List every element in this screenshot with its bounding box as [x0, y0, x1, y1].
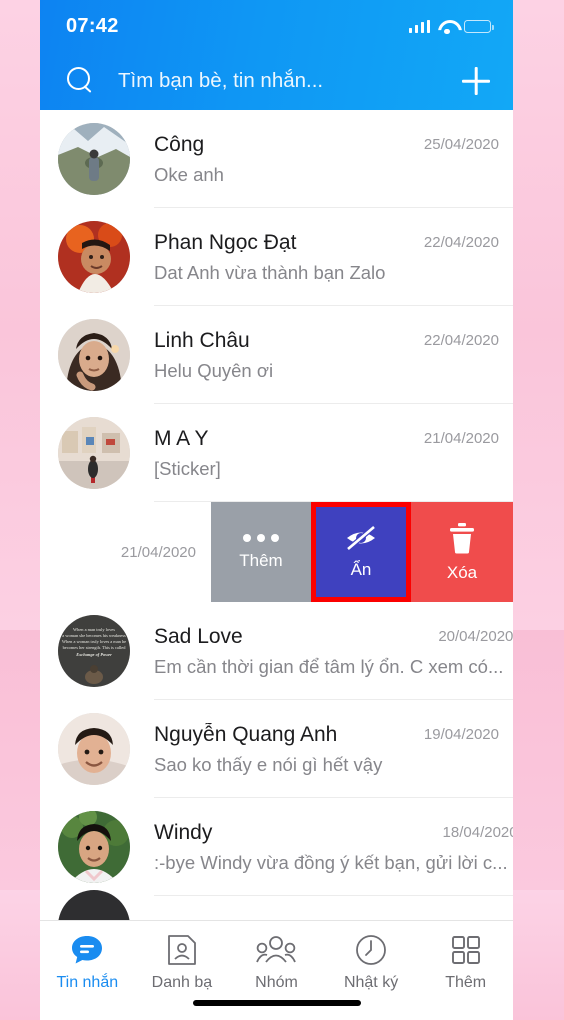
chat-date: 19/04/2020 [423, 725, 499, 743]
table-row[interactable]: Windy 18/04/2020 :-bye Windy vừa đồng ý … [40, 798, 513, 896]
chat-name: Nguyễn Quang Anh [154, 722, 338, 746]
table-row[interactable]: Nguyễn Quang Anh 19/04/2020 Sao ko thấy … [40, 700, 513, 798]
svg-text:When a woman truly loves a man: When a woman truly loves a man he [62, 639, 126, 644]
svg-text:a woman she becomes his weakne: a woman she becomes his weakness [62, 633, 126, 638]
tab-label: Thêm [445, 974, 487, 991]
avatar[interactable] [58, 713, 130, 785]
eye-slash-icon [346, 524, 376, 551]
chat-bubble-icon [70, 933, 104, 967]
table-row[interactable]: Phan Ngọc Đạt 22/04/2020 Dat Anh vừa thà… [40, 208, 513, 306]
search-bar[interactable]: Tìm bạn bè, tin nhắn... [40, 52, 513, 110]
plus-icon[interactable] [459, 64, 493, 98]
swipe-action-label: Thêm [239, 550, 283, 570]
row-content: Công 25/04/2020 Oke anh [154, 110, 513, 208]
row-content: Phan Ngọc Đạt 22/04/2020 Dat Anh vừa thà… [154, 208, 513, 306]
row-content: Linh Châu 22/04/2020 Helu Quyên ơi [154, 306, 513, 404]
chat-preview: :-bye Windy vừa đồng ý kết bạn, gửi lời … [154, 851, 508, 873]
swipe-action-hide[interactable]: Ẩn [311, 502, 411, 602]
chat-name: Windy [154, 820, 213, 844]
swipe-action-delete[interactable]: Xóa [411, 502, 513, 602]
chat-name: Linh Châu [154, 328, 250, 352]
chat-date: 22/04/2020 [423, 233, 499, 251]
chat-name: Phan Ngọc Đạt [154, 230, 297, 254]
chat-date: 22/04/2020 [423, 331, 499, 349]
chat-name: Sad Love [154, 624, 243, 648]
status-bar: 07:42 [40, 0, 513, 52]
swipe-action-row: 21/04/2020 Thêm Ẩn Xóa [40, 502, 513, 602]
row-content: Windy 18/04/2020 :-bye Windy vừa đồng ý … [154, 798, 513, 896]
swipe-action-label: Ẩn [350, 559, 372, 579]
wifi-icon [438, 19, 456, 34]
swipe-action-label: Xóa [446, 562, 478, 582]
svg-text:When a man truly loves: When a man truly loves [73, 627, 115, 632]
chat-preview: Em cần thời gian để tâm lý ổn. C xem có.… [154, 655, 504, 677]
grid-icon [451, 933, 480, 967]
table-row[interactable]: M A Y 21/04/2020 [Sticker] [40, 404, 513, 502]
chat-date: 20/04/2020 [438, 627, 513, 645]
avatar[interactable] [58, 417, 130, 489]
swipe-row-remainder[interactable]: 21/04/2020 [40, 502, 211, 602]
avatar[interactable] [58, 221, 130, 293]
chat-name: Công [154, 132, 205, 156]
status-icons [408, 19, 494, 34]
avatar[interactable] [58, 319, 130, 391]
avatar[interactable] [58, 890, 130, 920]
chat-name: M A Y [154, 426, 209, 450]
tab-label: Nhóm [255, 974, 298, 991]
swipe-action-more[interactable]: Thêm [211, 502, 311, 602]
cellular-signal-icon [408, 19, 430, 33]
search-icon[interactable] [66, 66, 96, 96]
avatar[interactable]: When a man truly loves a woman she become… [58, 615, 130, 687]
swipe-actions: Thêm Ẩn Xóa [211, 502, 513, 602]
tab-label: Nhật ký [343, 974, 399, 991]
table-row[interactable]: When a man truly loves a woman she become… [40, 602, 513, 700]
row-content: Sad Love 20/04/2020 Em cần thời gian để … [154, 602, 513, 700]
tab-label: Tin nhắn [56, 974, 119, 991]
battery-low-icon [464, 19, 494, 33]
chat-list: Công 25/04/2020 Oke anh Phan Ngọc Đạt 22… [40, 110, 513, 896]
chat-preview: Dat Anh vừa thành bạn Zalo [154, 261, 386, 283]
chat-date: 21/04/2020 [423, 429, 499, 447]
home-indicator[interactable] [192, 1000, 361, 1006]
table-row[interactable]: Linh Châu 22/04/2020 Helu Quyên ơi [40, 306, 513, 404]
svg-text:Exchange of Power: Exchange of Power [75, 652, 112, 657]
contact-card-icon [167, 933, 197, 967]
trash-icon [450, 522, 474, 553]
avatar[interactable] [58, 811, 130, 883]
chat-date: 21/04/2020 [120, 543, 196, 561]
chat-preview: Sao ko thấy e nói gì hết vậy [154, 753, 383, 775]
tab-more[interactable]: Thêm [418, 921, 513, 1020]
status-time: 07:42 [66, 14, 119, 37]
row-content: M A Y 21/04/2020 [Sticker] [154, 404, 513, 502]
group-people-icon [256, 933, 297, 967]
search-input[interactable]: Tìm bạn bè, tin nhắn... [96, 69, 459, 93]
chat-date: 25/04/2020 [423, 135, 499, 153]
clock-icon [355, 933, 387, 967]
svg-text:becomes her strength. This is: becomes her strength. This is called [63, 645, 127, 650]
tab-label: Danh bạ [151, 974, 213, 991]
chat-date: 18/04/2020 [442, 823, 513, 841]
avatar[interactable] [58, 123, 130, 195]
row-divider [154, 895, 513, 896]
chat-preview: Oke anh [154, 163, 224, 185]
phone-screen: 07:42 Tìm bạn bè, tin nhắn... Công 25/04… [40, 0, 513, 1020]
row-content: Nguyễn Quang Anh 19/04/2020 Sao ko thấy … [154, 700, 513, 798]
chat-preview: [Sticker] [154, 457, 221, 479]
table-row[interactable]: Công 25/04/2020 Oke anh [40, 110, 513, 208]
chat-preview: Helu Quyên ơi [154, 359, 274, 381]
tab-messages[interactable]: Tin nhắn [40, 921, 135, 1020]
app-header: 07:42 Tìm bạn bè, tin nhắn... [40, 0, 513, 110]
ellipsis-icon [243, 533, 279, 542]
